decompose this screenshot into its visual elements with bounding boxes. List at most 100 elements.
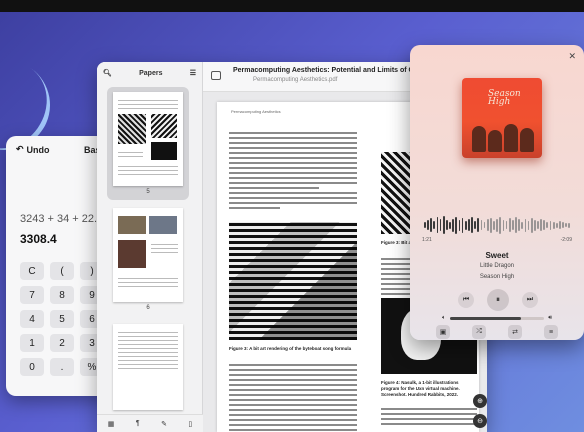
key-button[interactable]: 8 — [50, 286, 74, 304]
waveform-bar — [442, 216, 445, 234]
waveform-bar — [433, 221, 436, 229]
waveform-bar — [549, 220, 552, 230]
player-bottom-row: ▣ ⤮ ⇄ ≡ — [436, 325, 558, 339]
waveform-bar — [515, 217, 517, 233]
waveform-bar — [546, 222, 549, 228]
outline-icon[interactable]: ¶ — [136, 420, 140, 427]
annotations-icon[interactable]: ✎ — [161, 420, 167, 428]
menu-icon: ≡ — [548, 328, 554, 336]
page-header: Permacomputing Aesthetics — [231, 109, 281, 114]
key-button[interactable]: 1 — [20, 334, 44, 352]
sidebar-toggle-icon[interactable] — [211, 71, 221, 80]
next-button[interactable]: ⏭ — [522, 292, 538, 308]
waveform-bar — [493, 220, 495, 230]
waveform-bar — [452, 218, 455, 232]
repeat-button[interactable]: ⇄ — [508, 325, 522, 339]
music-player-window: ✕ Season High 1:21 -2:09 Sweet Little Dr… — [410, 45, 584, 340]
key-button[interactable]: C — [20, 262, 44, 280]
waveform-bar — [505, 221, 508, 229]
waveform-bar — [537, 221, 539, 229]
key-button[interactable]: 0 — [20, 358, 44, 376]
close-icon[interactable]: ✕ — [568, 51, 576, 62]
previous-icon: ⏮ — [462, 296, 470, 303]
waveform-bar — [467, 219, 470, 231]
waveform-bar — [430, 218, 433, 232]
pause-button[interactable]: ⏸ — [487, 289, 509, 311]
zoom-out-button[interactable]: ⊖ — [473, 414, 487, 428]
waveform-bar — [486, 219, 489, 231]
waveform-bar — [565, 223, 568, 227]
volume-slider[interactable] — [449, 316, 545, 320]
search-icon[interactable]: 🔍︎ — [103, 69, 112, 77]
waveform-bar — [562, 222, 564, 228]
waveform-bar — [445, 220, 448, 230]
artist-name: Little Dragon — [479, 263, 515, 269]
text-column-left-lower — [229, 364, 357, 432]
menu-button[interactable]: ≡ — [544, 325, 558, 339]
previous-button[interactable]: ⏮ — [458, 292, 474, 308]
sidebar-header: 🔍︎ Papers ☰ — [97, 62, 202, 84]
waveform-bar — [489, 217, 492, 233]
waveform-bar — [518, 219, 520, 231]
waveform-bar — [521, 221, 524, 229]
sidebar-footer: ▦ ¶ ✎ ▯ — [97, 414, 203, 432]
waveform-bar — [568, 222, 571, 228]
key-button[interactable]: 5 — [50, 310, 74, 328]
key-button[interactable]: 2 — [50, 334, 74, 352]
page-thumbnail — [113, 208, 183, 302]
queue-icon: ▣ — [439, 329, 447, 336]
page-thumbnail — [113, 92, 183, 186]
sidebar-title: Papers — [139, 69, 163, 77]
waveform-bar — [464, 220, 467, 230]
elapsed-time: 1:21 — [422, 237, 432, 243]
text-column-left — [229, 132, 357, 212]
waveform-bar — [524, 218, 527, 232]
waveform-bar — [533, 219, 536, 231]
papers-sidebar: 🔍︎ Papers ☰ 5 6 ▦ ¶ ✎ ▯ — [97, 62, 203, 432]
undo-icon: ↶ — [16, 144, 24, 154]
waveform-bar — [455, 216, 458, 234]
menu-icon[interactable]: ☰ — [190, 69, 196, 77]
waveform-bar — [471, 217, 473, 233]
queue-button[interactable]: ▣ — [436, 325, 450, 339]
grid-icon[interactable]: ▦ — [108, 420, 115, 428]
waveform-bar — [543, 220, 546, 230]
waveform-bar — [552, 221, 555, 229]
waveform-bar — [530, 217, 533, 233]
waveform-bar — [483, 222, 486, 228]
bookmark-icon[interactable]: ▯ — [188, 420, 192, 428]
waveform-bar — [527, 220, 530, 230]
waveform-bar — [480, 220, 483, 230]
undo-button[interactable]: ↶ Undo — [16, 144, 50, 155]
waveform-bar — [511, 220, 514, 230]
shuffle-button[interactable]: ⤮ — [472, 325, 486, 339]
progress-waveform[interactable] — [424, 215, 571, 235]
key-button[interactable]: ( — [50, 262, 74, 280]
playback-controls: ⏮ ⏸ ⏭ — [458, 289, 538, 311]
album-name: Season High — [479, 274, 515, 280]
pause-icon: ⏸ — [496, 295, 500, 304]
shuffle-icon: ⤮ — [476, 328, 482, 335]
waveform-bar — [427, 220, 429, 230]
next-icon: ⏭ — [526, 296, 534, 303]
zoom-in-button[interactable]: ⊕ — [473, 394, 487, 408]
album-cover: Season High — [462, 78, 542, 158]
waveform-bar — [424, 222, 426, 228]
key-button[interactable]: 4 — [20, 310, 44, 328]
key-button[interactable]: . — [50, 358, 74, 376]
keypad: C ( ) 7 8 9 4 5 6 1 2 3 0 . % — [20, 262, 104, 376]
waveform-bar — [461, 217, 464, 233]
waveform-bar — [508, 218, 511, 232]
song-title: Sweet — [485, 251, 509, 260]
document-filename: Permacomputing Aesthetics.pdf — [253, 77, 338, 83]
waveform-bar — [496, 218, 498, 232]
thumbnail-page-number: 5 — [146, 189, 150, 195]
zoom-in-icon: ⊕ — [477, 398, 483, 405]
waveform-bar — [499, 216, 502, 234]
page-thumbnail — [113, 324, 183, 410]
volume-row: 🔈︎ 🔊︎ — [442, 313, 552, 323]
remaining-time: -2:09 — [560, 237, 572, 243]
undo-label: Undo — [26, 144, 50, 155]
key-button[interactable]: 7 — [20, 286, 44, 304]
volume-low-icon: 🔈︎ — [442, 314, 446, 321]
